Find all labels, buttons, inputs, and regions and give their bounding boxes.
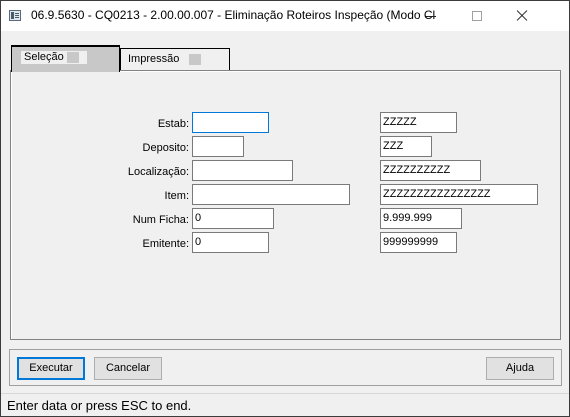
execute-button[interactable]: Executar [17,357,85,380]
localizacao-label: Localização: [127,166,189,178]
estab-from-input[interactable] [192,112,269,133]
localizacao-to-input[interactable]: ZZZZZZZZZZ [380,160,481,181]
program-window-icon[interactable] [9,10,21,21]
cancel-button[interactable]: Cancelar [94,357,162,380]
emitente-from-input[interactable]: 0 [192,232,269,253]
button-bar: Executar Cancelar Ajuda [9,349,562,386]
tab-impressao-shade [189,54,201,65]
item-to-input[interactable]: ZZZZZZZZZZZZZZZZ [380,184,538,205]
estab-to-input[interactable]: ZZZZZ [380,112,457,133]
status-bar: Enter data or press ESC to end. [1,393,569,416]
deposito-from-input[interactable] [192,136,244,157]
tab-selecao[interactable]: Seleção [11,45,120,72]
item-from-input[interactable] [192,184,350,205]
estab-label: Estab: [157,118,189,130]
tab-selecao-shade [67,52,79,63]
num-ficha-from-input[interactable]: 0 [192,208,274,229]
tab-impressao[interactable]: Impressão [120,48,230,71]
num-ficha-label: Num Ficha: [132,214,189,226]
emitente-to-input[interactable]: 999999999 [380,232,457,253]
selection-panel: Estab: ZZZZZ Deposito: ZZZ Localização: … [10,70,561,340]
localizacao-from-input[interactable] [192,160,293,181]
num-ficha-to-input[interactable]: 9.999.999 [380,208,462,229]
maximize-button [453,1,499,31]
emitente-label: Emitente: [142,238,189,250]
deposito-to-input[interactable]: ZZZ [380,136,432,157]
deposito-label: Deposito: [142,142,189,154]
help-button[interactable]: Ajuda [486,357,554,380]
window-title: 06.9.5630 - CQ0213 - 2.00.00.007 - Elimi… [31,8,436,22]
dialog-window: 06.9.5630 - CQ0213 - 2.00.00.007 - Elimi… [0,0,570,417]
minimize-button[interactable] [407,1,453,31]
title-bar[interactable]: 06.9.5630 - CQ0213 - 2.00.00.007 - Elimi… [1,1,569,31]
item-label: Item: [164,190,189,202]
close-button[interactable] [499,1,545,31]
status-text: Enter data or press ESC to end. [7,398,192,413]
